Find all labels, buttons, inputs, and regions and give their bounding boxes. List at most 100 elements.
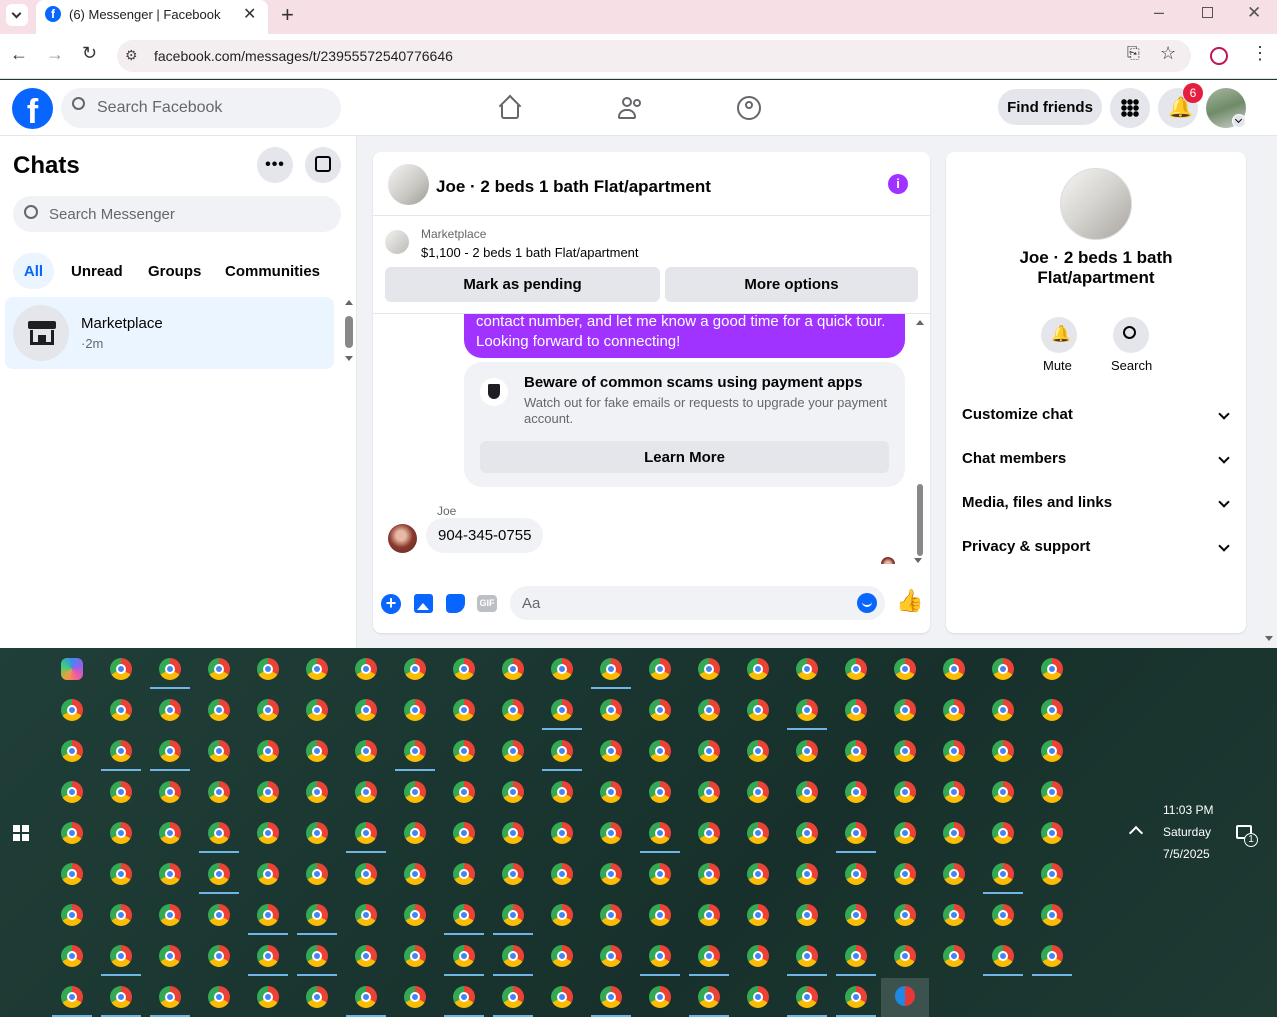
find-friends-button[interactable]: Find friends bbox=[998, 89, 1102, 125]
chat-options-button[interactable]: ••• bbox=[257, 147, 293, 183]
chrome-app-icon[interactable] bbox=[747, 822, 769, 844]
chrome-app-icon[interactable] bbox=[600, 699, 622, 721]
chrome-app-icon[interactable] bbox=[404, 863, 426, 885]
chrome-app-icon[interactable] bbox=[600, 658, 622, 680]
chrome-app-icon[interactable] bbox=[110, 822, 132, 844]
chrome-app-icon[interactable] bbox=[649, 740, 671, 762]
chrome-app-icon[interactable] bbox=[306, 699, 328, 721]
chrome-app-icon[interactable] bbox=[159, 822, 181, 844]
browser-menu-icon[interactable]: ⋮ bbox=[1251, 43, 1269, 64]
chrome-app-icon[interactable] bbox=[404, 945, 426, 967]
filter-tab-all[interactable]: All bbox=[13, 253, 54, 289]
chrome-app-icon[interactable] bbox=[453, 781, 475, 803]
chrome-app-icon[interactable] bbox=[502, 740, 524, 762]
chrome-app-icon[interactable] bbox=[110, 986, 132, 1008]
chrome-app-icon[interactable] bbox=[355, 658, 377, 680]
minimize-button[interactable]: – bbox=[1154, 2, 1164, 23]
chrome-app-icon[interactable] bbox=[110, 740, 132, 762]
chrome-app-icon[interactable] bbox=[649, 781, 671, 803]
chrome-app-icon[interactable] bbox=[355, 945, 377, 967]
chrome-app-icon[interactable] bbox=[208, 904, 230, 926]
chrome-app-icon[interactable] bbox=[747, 740, 769, 762]
chrome-app-icon[interactable] bbox=[551, 986, 573, 1008]
add-attachment-icon[interactable]: + bbox=[381, 594, 401, 614]
chrome-app-icon[interactable] bbox=[600, 945, 622, 967]
details-avatar[interactable] bbox=[1060, 168, 1132, 240]
chrome-app-icon[interactable] bbox=[1041, 904, 1063, 926]
chrome-app-icon[interactable] bbox=[110, 863, 132, 885]
sticker-icon[interactable] bbox=[446, 594, 465, 613]
chrome-app-icon[interactable] bbox=[845, 904, 867, 926]
chrome-app-icon[interactable] bbox=[600, 863, 622, 885]
chrome-app-icon[interactable] bbox=[551, 945, 573, 967]
chrome-app-icon[interactable] bbox=[796, 699, 818, 721]
chrome-app-icon[interactable] bbox=[208, 781, 230, 803]
chrome-app-icon[interactable] bbox=[257, 986, 279, 1008]
chrome-app-icon[interactable] bbox=[355, 822, 377, 844]
received-message-bubble[interactable]: 904-345-0755 bbox=[426, 518, 544, 553]
forward-arrow-icon[interactable]: → bbox=[46, 44, 64, 65]
chrome-app-icon[interactable] bbox=[453, 740, 475, 762]
chrome-app-icon[interactable] bbox=[257, 822, 279, 844]
chrome-app-icon[interactable] bbox=[110, 781, 132, 803]
chrome-app-icon[interactable] bbox=[159, 740, 181, 762]
active-tab[interactable]: f (6) Messenger | Facebook ✕ bbox=[36, 0, 268, 34]
chrome-app-icon[interactable] bbox=[845, 699, 867, 721]
chrome-app-icon[interactable] bbox=[502, 863, 524, 885]
chrome-app-icon[interactable] bbox=[306, 822, 328, 844]
chrome-app-icon[interactable] bbox=[110, 658, 132, 680]
chrome-app-icon[interactable] bbox=[404, 658, 426, 680]
message-input[interactable]: Aa bbox=[510, 586, 885, 620]
chrome-app-icon[interactable] bbox=[551, 740, 573, 762]
chrome-app-icon[interactable] bbox=[747, 699, 769, 721]
chrome-app-icon[interactable] bbox=[355, 781, 377, 803]
chrome-app-icon[interactable] bbox=[502, 699, 524, 721]
filter-tab-communities[interactable]: Communities bbox=[225, 263, 320, 280]
chrome-app-icon[interactable] bbox=[698, 945, 720, 967]
chrome-app-icon[interactable] bbox=[61, 740, 83, 762]
chrome-app-icon[interactable] bbox=[600, 822, 622, 844]
chrome-app-icon[interactable] bbox=[698, 986, 720, 1008]
chrome-app-icon[interactable] bbox=[698, 863, 720, 885]
chrome-app-icon[interactable] bbox=[1041, 863, 1063, 885]
chrome-app-icon[interactable] bbox=[208, 658, 230, 680]
chrome-app-icon[interactable] bbox=[159, 699, 181, 721]
address-bar[interactable]: ⚙ facebook.com/messages/t/23955572540776… bbox=[117, 40, 1191, 72]
chrome-app-icon[interactable] bbox=[306, 986, 328, 1008]
chat-list-scrollbar[interactable] bbox=[343, 300, 355, 364]
photo-icon[interactable] bbox=[414, 594, 433, 613]
chrome-app-icon[interactable] bbox=[796, 740, 818, 762]
chrome-app-icon[interactable] bbox=[845, 658, 867, 680]
chrome-app-icon[interactable] bbox=[208, 863, 230, 885]
chrome-app-icon[interactable] bbox=[698, 699, 720, 721]
chrome-app-icon[interactable] bbox=[355, 863, 377, 885]
windows-start-icon[interactable] bbox=[13, 825, 29, 841]
search-facebook-field[interactable]: Search Facebook bbox=[61, 88, 341, 128]
message-list[interactable]: contact number, and let me know a good t… bbox=[373, 314, 930, 564]
chrome-app-icon[interactable] bbox=[845, 945, 867, 967]
filter-tab-groups[interactable]: Groups bbox=[148, 263, 201, 280]
chrome-app-icon[interactable] bbox=[453, 699, 475, 721]
chrome-app-icon[interactable] bbox=[796, 945, 818, 967]
chrome-app-icon[interactable] bbox=[845, 822, 867, 844]
chrome-app-icon[interactable] bbox=[257, 863, 279, 885]
more-options-button[interactable]: More options bbox=[665, 267, 918, 302]
chrome-app-icon[interactable] bbox=[943, 863, 965, 885]
chrome-app-icon[interactable] bbox=[796, 658, 818, 680]
chrome-app-icon[interactable] bbox=[600, 740, 622, 762]
chrome-app-icon[interactable] bbox=[894, 699, 916, 721]
chrome-app-icon[interactable] bbox=[943, 781, 965, 803]
chrome-app-icon[interactable] bbox=[453, 863, 475, 885]
chrome-app-icon[interactable] bbox=[943, 822, 965, 844]
page-scroll-down-icon[interactable] bbox=[1265, 636, 1273, 641]
customize-chat-row[interactable]: Customize chat bbox=[962, 402, 1230, 426]
site-info-icon[interactable]: ⚙ bbox=[125, 47, 138, 64]
chrome-app-icon[interactable] bbox=[1041, 781, 1063, 803]
chrome-app-icon[interactable] bbox=[61, 945, 83, 967]
chrome-app-icon[interactable] bbox=[943, 740, 965, 762]
filter-tab-unread[interactable]: Unread bbox=[71, 263, 123, 280]
close-tab-icon[interactable]: ✕ bbox=[243, 4, 256, 24]
chrome-app-icon[interactable] bbox=[747, 658, 769, 680]
chrome-app-icon[interactable] bbox=[159, 904, 181, 926]
chrome-app-icon[interactable] bbox=[306, 904, 328, 926]
